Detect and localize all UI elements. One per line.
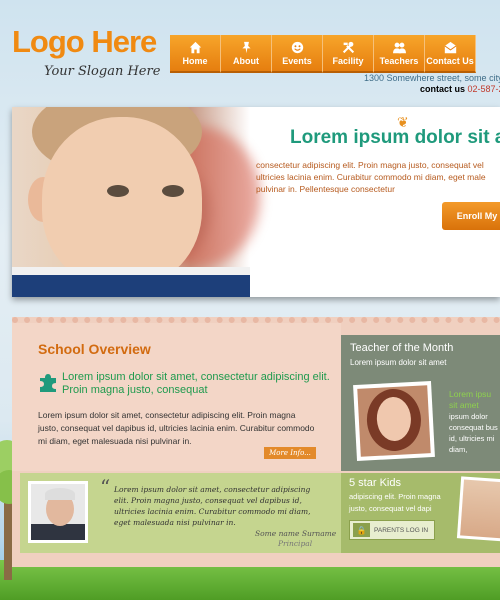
principal-photo [28,481,88,543]
quote-text: Lorem ipsum dolor sit amet, consectetur … [114,485,311,527]
teacher-subtitle: Lorem ipsum dolor sit amet [350,358,447,367]
phone-number: 02-587-2 [467,84,500,94]
overview-title: School Overview [38,341,151,357]
hero-photo [12,107,260,297]
teacher-title: Teacher of the Month [350,342,454,354]
lock-icon: 🔒 [353,523,370,537]
parents-login-button[interactable]: 🔒 PARENTS LOG IN [349,520,435,540]
teacher-highlight: Lorem ipsu sit amet [449,389,492,410]
contact-info: contact us 02-587-2 [420,84,500,94]
more-info-button[interactable]: More Info... [264,447,316,459]
kid-photo[interactable] [456,476,500,542]
nav-label: Teachers [379,55,419,66]
nav-label: Events [282,55,312,66]
teacher-body: ipsum dolor consequat bus id, ultricies … [449,412,498,454]
hero-banner: ❦ Lorem ipsum dolor sit amet consectetur… [12,107,500,297]
content-panel: School Overview Lorem ipsum dolor sit am… [12,317,500,567]
slogan: Your Slogan Here [44,64,161,79]
quote-mark-icon: “ [100,475,111,499]
nav-label: Home [182,55,208,66]
nav-facility[interactable]: Facility [323,35,374,73]
people-icon [392,42,406,53]
principal-quote: “ Lorem ipsum dolor sit amet, consectetu… [20,473,341,553]
logo[interactable]: Logo Here [12,26,157,57]
nav-about[interactable]: About [221,35,272,73]
kids-text: adipiscing elit. Proin magna justo, cons… [349,492,441,513]
enroll-button[interactable]: Enroll My [442,202,500,230]
five-star-kids: 5 star Kids adipiscing elit. Proin magna… [341,473,500,553]
address: 1300 Somewhere street, some city, [364,73,500,83]
hero-title: Lorem ipsum dolor sit amet [290,127,500,148]
smiley-icon [291,41,303,53]
nav-label: Contact Us [426,55,474,66]
nav-label: Facility [332,55,364,66]
hero-text: consectetur adipiscing elit. Proin magna… [256,160,486,194]
tools-icon [342,41,354,53]
overview-body: Lorem ipsum dolor sit amet, consectetur … [38,410,315,446]
nav-home[interactable]: Home [170,35,221,73]
quote-author-name: Some name Surname [255,529,337,538]
parents-login-label: PARENTS LOG IN [374,526,429,534]
home-icon [189,41,201,53]
overview-lead: Lorem ipsum dolor sit amet, consectetur … [62,371,330,396]
nav-teachers[interactable]: Teachers [374,35,425,73]
teacher-of-month: Teacher of the Month Lorem ipsum dolor s… [341,335,500,471]
envelope-icon [444,41,456,53]
pin-icon [241,41,251,53]
nav-contact[interactable]: Contact Us [425,35,476,73]
puzzle-icon [40,374,56,392]
nav-events[interactable]: Events [272,35,323,73]
school-overview: School Overview Lorem ipsum dolor sit am… [12,323,341,471]
quote-author-role: Principal [278,539,313,548]
main-nav: Home About Events Facility Teachers Cont… [170,35,500,73]
contact-label: contact us [420,84,466,94]
kids-title: 5 star Kids [349,477,401,489]
teacher-photo[interactable] [353,381,435,461]
nav-label: About [233,55,259,66]
